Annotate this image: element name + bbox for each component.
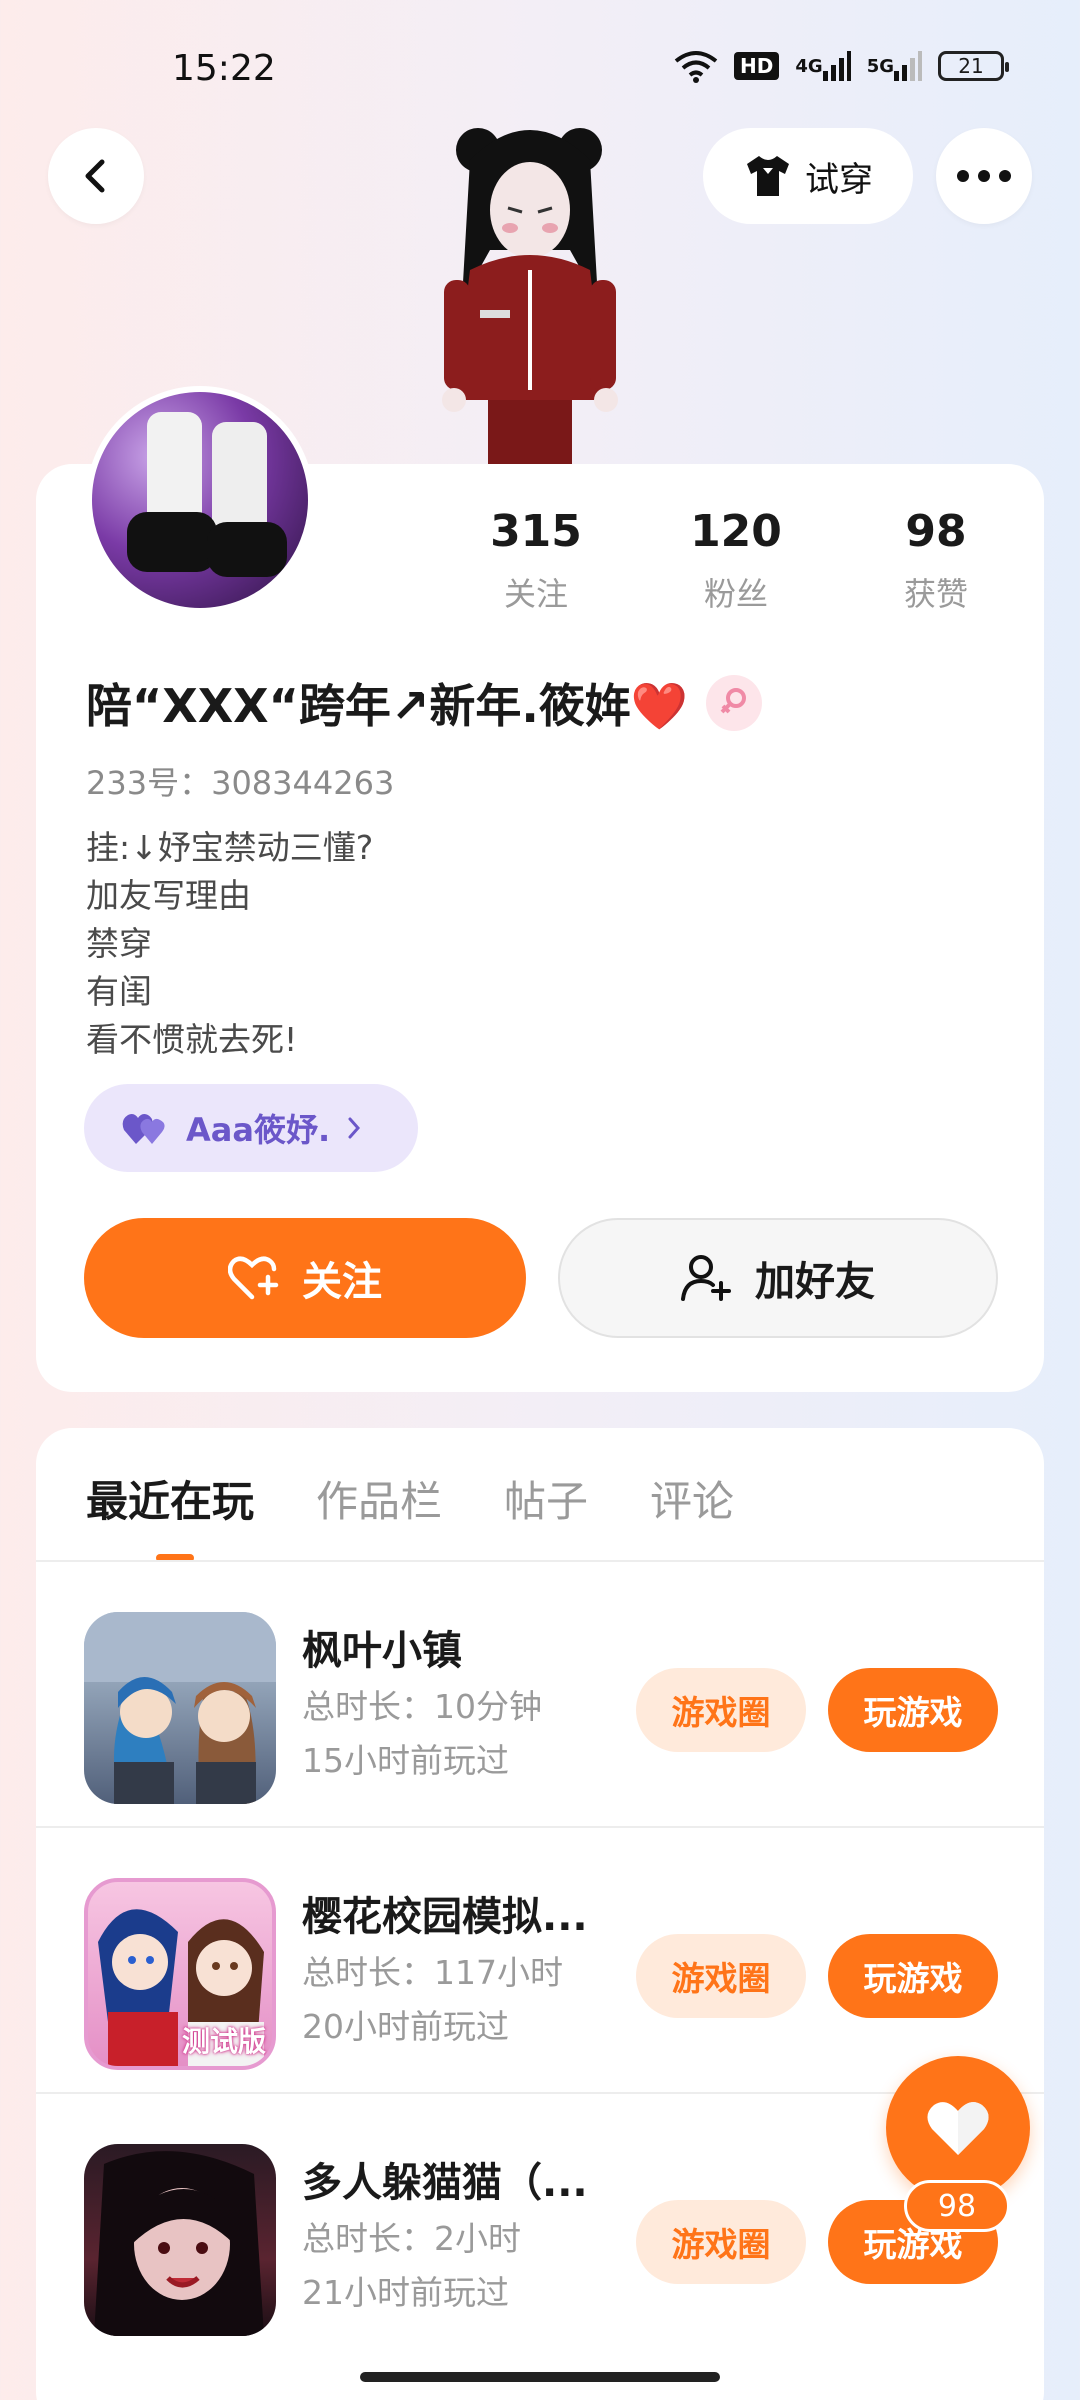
chevron-right-icon: [348, 1117, 361, 1139]
game-circle-button[interactable]: 游戏圈: [636, 1934, 806, 2018]
game-name: 樱花校园模拟...: [302, 1894, 588, 1940]
stat-likes[interactable]: 98 获赞: [836, 506, 1036, 615]
game-duration: 总时长：117小时: [302, 1953, 563, 1992]
add-user-icon: [681, 1255, 731, 1301]
relationship-chip-label: Aaa筱妤.: [186, 1111, 331, 1149]
tab-bar: 最近在玩 作品栏 帖子 评论: [86, 1468, 734, 1529]
tshirt-icon: [747, 156, 789, 196]
profile-card: 315 关注 120 粉丝 98 获赞 陪“XXX“跨年↗新年.筱姩❤️ 233…: [36, 386, 1044, 1392]
status-time: 15:22: [172, 48, 276, 89]
stat-value: 315: [490, 506, 582, 557]
more-options-button[interactable]: [936, 128, 1032, 224]
profile-stats: 315 关注 120 粉丝 98 获赞: [436, 506, 1036, 615]
bio: 挂:↓妤宝禁动三懂? 加友写理由 禁穿 有闺 看不惯就去死!: [86, 824, 373, 1064]
relationship-chip[interactable]: Aaa筱妤.: [84, 1084, 418, 1172]
stat-value: 120: [690, 506, 782, 557]
bio-line: 禁穿: [86, 924, 152, 963]
game-thumbnail[interactable]: [84, 1612, 276, 1804]
heart-icon: [927, 2102, 989, 2155]
follow-label: 关注: [302, 1259, 382, 1305]
bio-line: 加友写理由: [86, 876, 251, 915]
like-count-badge: 98: [904, 2180, 1010, 2232]
more-dots-icon: [957, 170, 1011, 182]
bio-line: 挂:↓妤宝禁动三懂?: [86, 828, 374, 867]
game-name: 多人躲猫猫（...: [302, 2160, 588, 2206]
stat-followers[interactable]: 120 粉丝: [636, 506, 836, 615]
stat-value: 98: [905, 506, 967, 557]
game-name: 枫叶小镇: [302, 1628, 462, 1674]
game-thumbnail[interactable]: [84, 2144, 276, 2336]
back-button[interactable]: [48, 128, 144, 224]
like-button[interactable]: [886, 2056, 1030, 2200]
game-circle-button[interactable]: 游戏圈: [636, 2200, 806, 2284]
status-icons: HD 4G 5G 21: [674, 46, 1009, 86]
try-on-label: 试穿: [805, 159, 873, 200]
nickname-row: 陪“XXX“跨年↗新年.筱姩❤️: [86, 670, 763, 736]
game-last-played: 20小时前玩过: [302, 2007, 509, 2046]
add-friend-label: 加好友: [755, 1259, 875, 1305]
play-game-button[interactable]: 玩游戏: [828, 1668, 998, 1752]
content-card: 最近在玩 作品栏 帖子 评论 枫叶小镇 总时长：10分钟 15小时前玩过 游戏圈…: [36, 1428, 1044, 2400]
game-thumbnail[interactable]: 测试版: [84, 1878, 276, 2070]
try-on-button[interactable]: 试穿: [703, 128, 913, 224]
bio-line: 看不惯就去死!: [86, 1020, 298, 1059]
tab-comments[interactable]: 评论: [650, 1468, 734, 1529]
tab-posts[interactable]: 帖子: [504, 1468, 588, 1529]
game-row[interactable]: 枫叶小镇 总时长：10分钟 15小时前玩过 游戏圈 玩游戏: [36, 1562, 1044, 1828]
bio-line: 有闺: [86, 972, 152, 1011]
signal-5g-icon: 5G: [867, 46, 922, 86]
female-gender-icon: [706, 675, 763, 731]
stat-label: 关注: [503, 575, 568, 613]
double-heart-icon: [122, 1114, 165, 1144]
avatar[interactable]: [86, 386, 314, 614]
wifi-icon: [674, 46, 718, 86]
hd-icon: HD: [734, 46, 780, 86]
stat-label: 粉丝: [703, 575, 768, 613]
stat-label: 获赞: [903, 575, 968, 613]
avatar-3d-figure: [430, 100, 650, 470]
play-game-button[interactable]: 玩游戏: [828, 1934, 998, 2018]
chevron-left-icon: [85, 159, 105, 193]
tab-recently-played[interactable]: 最近在玩: [86, 1468, 254, 1529]
game-last-played: 21小时前玩过: [302, 2273, 509, 2312]
battery-icon: 21: [938, 51, 1009, 81]
tab-works[interactable]: 作品栏: [316, 1468, 442, 1529]
nickname: 陪“XXX“跨年↗新年.筱姩❤️: [86, 679, 689, 733]
stat-following[interactable]: 315 关注: [436, 506, 636, 615]
game-circle-button[interactable]: 游戏圈: [636, 1668, 806, 1752]
game-duration: 总时长：2小时: [302, 2219, 521, 2258]
test-version-badge: 测试版: [181, 2025, 266, 2058]
add-friend-button[interactable]: 加好友: [558, 1218, 998, 1338]
user-id: 233号：308344263: [86, 764, 395, 802]
follow-button[interactable]: 关注: [84, 1218, 526, 1338]
game-last-played: 15小时前玩过: [302, 1741, 509, 1780]
home-indicator[interactable]: [360, 2372, 720, 2382]
signal-4g-icon: 4G: [795, 46, 851, 86]
game-duration: 总时长：10分钟: [302, 1687, 542, 1726]
heart-plus-icon: [228, 1256, 279, 1300]
game-row[interactable]: 测试版 樱花校园模拟... 总时长：117小时 20小时前玩过 游戏圈 玩游戏: [36, 1828, 1044, 2094]
